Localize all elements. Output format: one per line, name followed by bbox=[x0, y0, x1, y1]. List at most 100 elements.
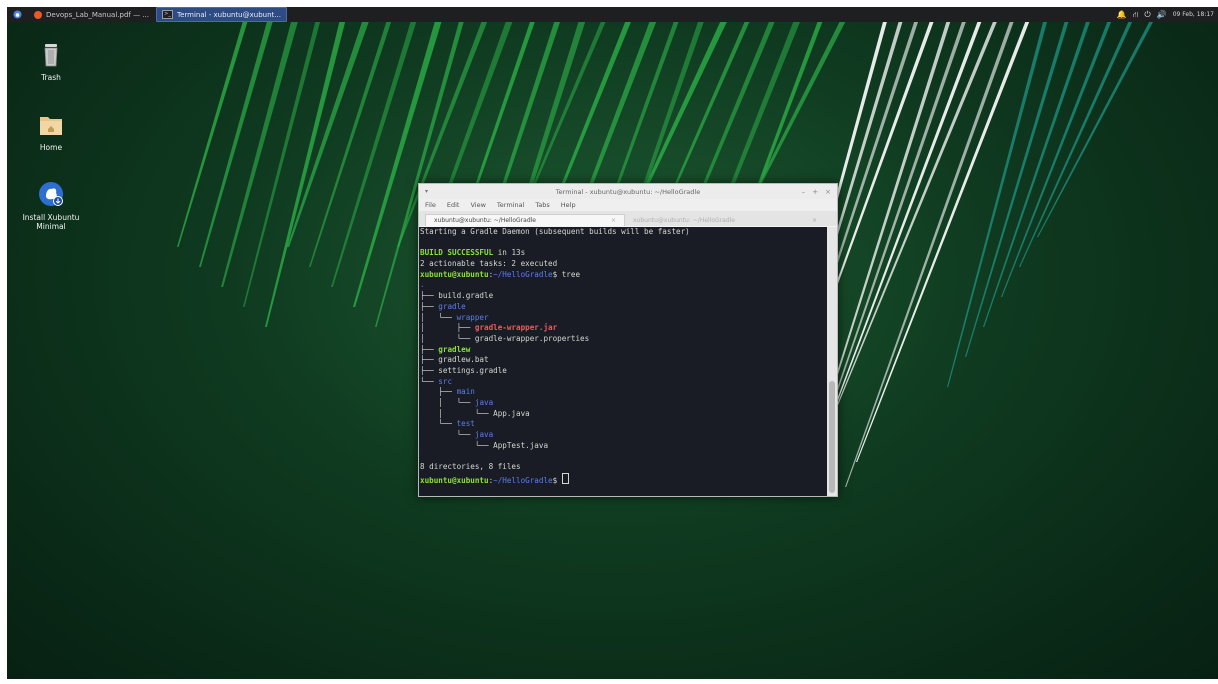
terminal-text: src bbox=[438, 376, 453, 386]
wallpaper-stripe bbox=[1037, 7, 1161, 237]
window-title: Terminal - xubuntu@xubuntu: ~/HelloGradl… bbox=[555, 187, 701, 196]
terminal-line: └── src bbox=[420, 377, 827, 388]
terminal-text: ├── bbox=[420, 301, 439, 311]
desktop-icon-trash[interactable]: Trash bbox=[16, 40, 86, 82]
terminal-text: in 13s bbox=[493, 248, 526, 258]
tab-label: xubuntu@xubuntu: ~/HelloGradle bbox=[633, 216, 735, 224]
taskbar-item-label: Devops_Lab_Manual.pdf — ... bbox=[46, 10, 149, 19]
menu-tabs[interactable]: Tabs bbox=[535, 201, 549, 209]
terminal-text: 2 actionable tasks: 2 executed bbox=[420, 259, 558, 269]
network-icon[interactable]: ⛙ bbox=[1133, 10, 1139, 20]
terminal-line: . bbox=[420, 280, 827, 291]
terminal-text: $ bbox=[552, 475, 562, 485]
terminal-text: │ └── bbox=[420, 312, 457, 322]
desktop-icon-home[interactable]: Home bbox=[16, 110, 86, 152]
terminal-text: wrapper bbox=[456, 312, 489, 322]
terminal-text: gradle bbox=[438, 301, 466, 311]
terminal-line: ├── gradlew.bat bbox=[420, 355, 827, 366]
terminal-line: │ └── wrapper bbox=[420, 313, 827, 324]
terminal-line: ├── gradle bbox=[420, 302, 827, 313]
terminal-text: ├── gradlew.bat bbox=[420, 355, 489, 365]
menu-terminal[interactable]: Terminal bbox=[497, 201, 524, 209]
taskbar-item-label: Terminal - xubuntu@xubunt... bbox=[176, 10, 281, 19]
system-tray: 🔔 ⛙ ⏻ 🔊 09 Feb, 18:17 bbox=[1117, 10, 1218, 20]
taskbar-item-pdf[interactable]: Devops_Lab_Manual.pdf — ... bbox=[29, 8, 154, 21]
taskbar-item-terminal[interactable]: >_ Terminal - xubuntu@xubunt... bbox=[155, 7, 287, 22]
terminal-text: Starting a Gradle Daemon (subsequent bui… bbox=[420, 227, 690, 236]
menu-edit[interactable]: Edit bbox=[447, 201, 460, 209]
menu-bar: File Edit View Terminal Tabs Help bbox=[419, 199, 837, 211]
terminal-text: └── bbox=[420, 430, 475, 440]
menu-file[interactable]: File bbox=[425, 201, 436, 209]
wallpaper-stripe bbox=[287, 7, 374, 247]
pdf-viewer-icon bbox=[34, 10, 42, 19]
terminal-text: ├── build.gradle bbox=[420, 291, 494, 301]
wallpaper-stripe bbox=[834, 7, 1003, 412]
terminal-text: └── bbox=[420, 419, 457, 429]
close-icon[interactable]: × bbox=[825, 188, 831, 196]
terminal-scrollbar[interactable] bbox=[827, 227, 837, 496]
wallpaper-stripe bbox=[331, 7, 421, 287]
tab-close-icon[interactable]: × bbox=[812, 217, 817, 224]
terminal-line: │ ├── gradle-wrapper.jar bbox=[420, 323, 827, 334]
terminal-text: │ └── App.java bbox=[420, 408, 530, 418]
menu-view[interactable]: View bbox=[470, 201, 485, 209]
clock[interactable]: 09 Feb, 18:17 bbox=[1173, 11, 1214, 18]
terminal-text: ~/HelloGradle bbox=[493, 269, 553, 279]
terminal-line: ├── settings.gradle bbox=[420, 366, 827, 377]
terminal-text: xubuntu@xubuntu bbox=[420, 269, 489, 279]
desktop-icon-label: Install Xubuntu Minimal bbox=[22, 213, 80, 232]
tab-terminal-2[interactable]: xubuntu@xubuntu: ~/HelloGradle × bbox=[625, 214, 825, 226]
terminal-line: ├── main bbox=[420, 387, 827, 398]
terminal-line: │ └── App.java bbox=[420, 409, 827, 420]
terminal-line: Starting a Gradle Daemon (subsequent bui… bbox=[420, 227, 827, 238]
terminal-text: 8 directories, 8 files bbox=[420, 462, 521, 472]
maximize-icon[interactable]: + bbox=[812, 188, 818, 196]
wallpaper-stripe bbox=[309, 7, 396, 267]
terminal-line: 8 directories, 8 files bbox=[420, 462, 827, 473]
terminal-output[interactable]: Starting a Gradle Daemon (subsequent bui… bbox=[419, 227, 827, 496]
terminal-text: main bbox=[456, 387, 475, 397]
terminal-text: ├── bbox=[420, 344, 439, 354]
desktop-icon-label: Trash bbox=[41, 73, 61, 82]
terminal-text: │ ├── bbox=[420, 323, 475, 333]
tab-terminal-1[interactable]: xubuntu@xubuntu: ~/HelloGradle × bbox=[425, 214, 625, 226]
scrollbar-thumb[interactable] bbox=[829, 381, 835, 493]
volume-icon[interactable]: 🔊 bbox=[1157, 10, 1167, 19]
terminal-line: xubuntu@xubuntu:~/HelloGradle$ tree bbox=[420, 270, 827, 281]
tab-bar: xubuntu@xubuntu: ~/HelloGradle × xubuntu… bbox=[419, 211, 837, 226]
terminal-line: │ └── java bbox=[420, 398, 827, 409]
menu-help[interactable]: Help bbox=[561, 201, 576, 209]
installer-icon bbox=[39, 182, 63, 206]
whisker-menu-button[interactable] bbox=[7, 8, 27, 21]
tab-close-icon[interactable]: × bbox=[611, 217, 616, 224]
terminal-text: java bbox=[474, 398, 494, 407]
terminal-icon: >_ bbox=[161, 10, 173, 19]
terminal-text: xubuntu@xubuntu bbox=[420, 475, 489, 485]
terminal-text: $ tree bbox=[552, 269, 581, 279]
terminal-window[interactable]: ▾ Terminal - xubuntu@xubuntu: ~/HelloGra… bbox=[418, 183, 838, 497]
terminal-text: gradlew bbox=[438, 344, 471, 354]
terminal-text: . bbox=[420, 280, 425, 290]
terminal-cursor bbox=[561, 472, 569, 484]
terminal-text: ├── bbox=[420, 387, 457, 397]
terminal-line: 2 actionable tasks: 2 executed bbox=[420, 259, 827, 270]
terminal-line: ├── gradlew bbox=[420, 345, 827, 356]
desktop-icon-label: Home bbox=[39, 143, 63, 152]
top-panel: Devops_Lab_Manual.pdf — ... >_ Terminal … bbox=[7, 7, 1218, 22]
desktop-icon-install-xubuntu[interactable]: Install Xubuntu Minimal bbox=[16, 180, 86, 232]
minimize-icon[interactable]: – bbox=[802, 188, 806, 196]
terminal-text: │ └── gradle-wrapper.properties bbox=[420, 333, 590, 343]
home-folder-icon bbox=[40, 117, 62, 135]
terminal-line: xubuntu@xubuntu:~/HelloGradle$ bbox=[420, 472, 827, 485]
notification-bell-icon[interactable]: 🔔 bbox=[1117, 10, 1127, 19]
window-titlebar[interactable]: ▾ Terminal - xubuntu@xubuntu: ~/HelloGra… bbox=[419, 184, 837, 199]
wallpaper-stripe bbox=[823, 7, 987, 437]
terminal-text: test bbox=[456, 419, 475, 429]
terminal-line: └── AppTest.java bbox=[420, 441, 827, 452]
terminal-line: BUILD SUCCESSFUL in 13s bbox=[420, 248, 827, 259]
power-icon[interactable]: ⏻ bbox=[1144, 10, 1150, 20]
tab-label: xubuntu@xubuntu: ~/HelloGradle bbox=[434, 217, 536, 224]
